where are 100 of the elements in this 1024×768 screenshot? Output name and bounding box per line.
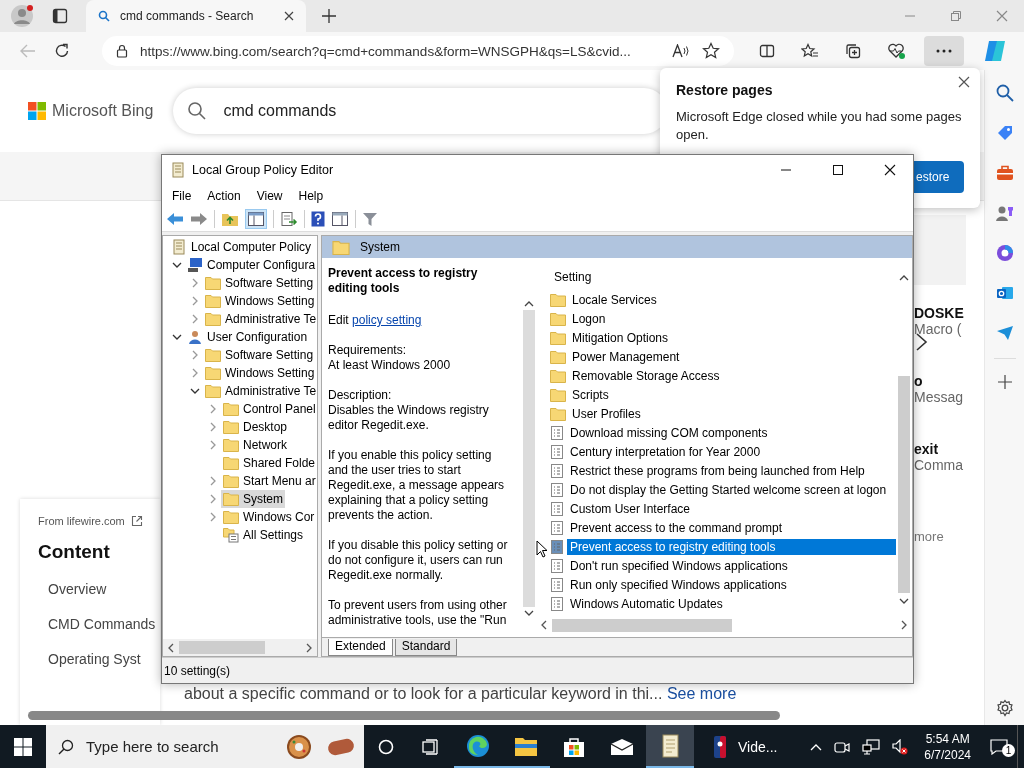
taskbar-search-field[interactable]: Type here to search (46, 725, 364, 768)
menu-item[interactable]: File (172, 189, 192, 203)
setting-row[interactable]: Run only specified Windows applications (567, 576, 896, 593)
address-field[interactable]: https://www.bing.com/search?q=cmd+commands&form=WNSGPH&qs=LS&cvid... (102, 36, 734, 66)
browser-tab[interactable]: cmd commands - Search (86, 0, 306, 32)
tree-item[interactable]: Software Setting (203, 274, 316, 292)
filter-icon[interactable] (362, 211, 378, 227)
toc-link[interactable]: Operating Syst (48, 651, 160, 667)
refresh-icon[interactable] (54, 43, 70, 59)
restore-icon[interactable] (950, 10, 962, 22)
scrollbar-thumb[interactable] (552, 618, 732, 632)
setting-row[interactable]: Windows Automatic Updates (567, 595, 896, 612)
tree-item[interactable]: Software Setting (203, 346, 316, 364)
card-title[interactable]: DOSKE (914, 305, 966, 321)
scrollbar-thumb[interactable] (28, 711, 780, 720)
scroll-right-icon[interactable] (305, 642, 313, 653)
paper-plane-icon[interactable] (995, 324, 1014, 342)
tree-item[interactable]: Windows Cor (221, 508, 317, 526)
toc-link[interactable]: CMD Commands (48, 616, 160, 632)
card-title[interactable]: exit (914, 441, 966, 457)
scroll-up-icon[interactable] (899, 274, 909, 282)
favorites-icon[interactable] (801, 43, 819, 59)
close-icon[interactable] (958, 76, 970, 88)
task-view-icon[interactable] (422, 738, 440, 755)
card-title[interactable]: o (914, 373, 966, 389)
copilot-icon[interactable] (995, 244, 1014, 262)
scroll-left-icon[interactable] (167, 642, 175, 653)
scroll-up-icon[interactable] (524, 300, 534, 308)
chevron-down-icon[interactable] (190, 386, 200, 396)
chess-piece-icon[interactable] (995, 204, 1014, 222)
more-link[interactable]: more (914, 529, 966, 544)
setting-row[interactable]: Restrict these programs from being launched from Help (567, 462, 896, 479)
setting-row[interactable]: Prevent access to the command prompt (567, 519, 896, 536)
tree-item[interactable]: Local Computer Policy (169, 238, 314, 256)
setting-row[interactable]: Custom User Interface (567, 500, 896, 517)
tree-item[interactable]: All Settings (221, 526, 306, 544)
up-folder-icon[interactable] (221, 211, 239, 227)
close-icon[interactable] (884, 164, 896, 176)
bing-logo-text[interactable]: Microsoft Bing (52, 102, 154, 120)
tree-item[interactable]: Network (221, 436, 289, 454)
source-label[interactable]: From lifewire.com (38, 515, 125, 527)
show-tree-button[interactable] (245, 209, 267, 229)
menu-item[interactable]: Action (207, 189, 241, 203)
tree-item[interactable]: Windows Setting (203, 292, 317, 310)
tree-item[interactable]: Windows Setting (203, 364, 317, 382)
tab-actions-icon[interactable] (52, 8, 68, 24)
maximize-icon[interactable] (832, 164, 844, 176)
tree-item[interactable]: Start Menu ar (221, 472, 317, 490)
setting-row[interactable]: User Profiles (569, 405, 896, 422)
chevron-down-icon[interactable] (172, 332, 182, 342)
setting-row[interactable]: Prevent access to registry editing tools (567, 538, 896, 555)
see-more-link[interactable]: See more (666, 685, 737, 702)
tree-item[interactable]: User Configuration (185, 328, 310, 346)
notification-button[interactable]: 1 (981, 738, 1017, 755)
scroll-right-icon[interactable] (900, 620, 908, 630)
setting-row[interactable]: Download missing COM components (567, 424, 896, 441)
setting-row[interactable]: Locale Services (569, 291, 896, 308)
network-icon[interactable] (862, 738, 881, 755)
setting-row[interactable]: Century interpretation for Year 2000 (567, 443, 896, 460)
setting-row[interactable]: Mitigation Options (569, 329, 896, 346)
setting-row[interactable]: Logon (569, 310, 896, 327)
split-screen-icon[interactable] (759, 43, 775, 59)
scrollbar-thumb[interactable] (898, 376, 910, 593)
properties-icon[interactable] (331, 211, 349, 227)
settings-icon[interactable] (995, 699, 1014, 717)
taskbar-app[interactable] (646, 725, 694, 768)
tree-item[interactable]: Control Panel (221, 400, 317, 418)
search-icon[interactable] (995, 84, 1014, 102)
add-icon[interactable] (997, 375, 1012, 389)
outlook-icon[interactable] (995, 284, 1014, 302)
setting-row[interactable]: Power Management (569, 348, 896, 365)
scroll-down-icon[interactable] (899, 597, 909, 605)
copilot-icon[interactable] (983, 39, 1007, 63)
view-tab[interactable]: Extended (328, 639, 393, 656)
setting-row[interactable]: Scripts (569, 386, 896, 403)
chevron-right-icon[interactable] (915, 332, 929, 352)
view-tab[interactable]: Standard (394, 639, 458, 656)
new-tab-icon[interactable] (322, 9, 336, 23)
restore-button[interactable]: estore (914, 161, 964, 193)
cortana-icon[interactable] (378, 738, 394, 755)
profile-icon[interactable] (10, 4, 34, 28)
media-button[interactable]: Vide... (694, 735, 788, 758)
column-header[interactable]: Setting (550, 268, 896, 290)
toolbox-icon[interactable] (995, 164, 1014, 182)
scrollbar-track[interactable] (523, 310, 535, 607)
tree-item[interactable]: System (221, 490, 285, 508)
clock-time[interactable]: 5:54 AM (925, 730, 970, 747)
tree-item[interactable]: Desktop (221, 418, 290, 436)
scrollbar-thumb[interactable] (179, 641, 265, 654)
tree-item[interactable]: Administrative Te (203, 382, 317, 400)
tree-item[interactable]: Administrative Te (203, 310, 317, 328)
star-icon[interactable] (702, 42, 720, 60)
setting-row[interactable]: Removable Storage Access (569, 367, 896, 384)
start-icon[interactable] (14, 737, 32, 756)
heart-pulse-icon[interactable] (887, 43, 905, 59)
setting-row[interactable]: Do not display the Getting Started welcome screen at logon (567, 481, 896, 498)
speaker-muted-icon[interactable] (892, 738, 909, 755)
menu-item[interactable]: Help (298, 189, 324, 203)
export-list-icon[interactable] (280, 211, 298, 227)
external-link-icon[interactable] (130, 515, 143, 527)
